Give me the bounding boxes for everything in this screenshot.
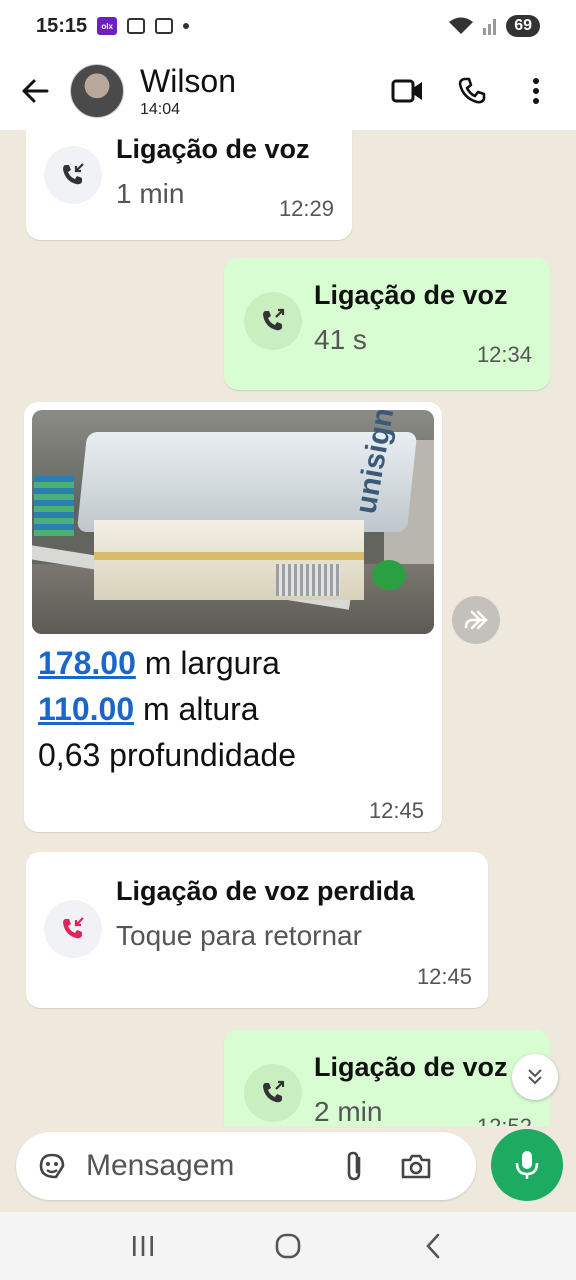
microphone-icon: [515, 1151, 539, 1179]
call-icon-circle: [44, 146, 102, 204]
more-options-button[interactable]: [518, 73, 554, 109]
arrow-left-icon: [22, 79, 49, 103]
call-duration: 2 min: [314, 1096, 383, 1126]
status-bar: 15:15 olx 69: [0, 0, 576, 52]
back-nav-button[interactable]: [408, 1221, 458, 1271]
missed-call-icon: [63, 917, 84, 939]
status-time: 15:15: [36, 14, 88, 37]
message-time: 12:45: [368, 798, 424, 823]
signal-icon: [483, 19, 497, 35]
forward-button[interactable]: [452, 596, 500, 644]
message-composer: [16, 1132, 476, 1200]
call-icon-circle: [244, 1064, 302, 1122]
call-title: Ligação de voz: [116, 134, 310, 164]
recent-apps-icon: [132, 1236, 153, 1256]
paperclip-icon: [347, 1151, 361, 1181]
chat-header: Wilson 14:04: [0, 52, 576, 130]
notification-dot-icon: [183, 23, 190, 29]
forward-icon: [464, 610, 488, 630]
outgoing-call-icon: [263, 1080, 285, 1103]
home-icon: [275, 1233, 301, 1259]
dimension-text: m altura: [134, 691, 259, 727]
system-navigation-bar: [0, 1212, 576, 1280]
more-vert-icon: [533, 78, 539, 104]
voice-call-button[interactable]: [454, 73, 490, 109]
phone-icon: [458, 77, 486, 104]
dimension-text: m largura: [135, 645, 280, 681]
message-text: 178.00 m largura 110.00 m altura 0,63 pr…: [38, 640, 296, 778]
call-message[interactable]: Ligação de voz 1 min 12:29: [26, 130, 352, 240]
call-duration: 41 s: [314, 324, 367, 355]
missed-call-message[interactable]: Ligação de voz perdida Toque para retorn…: [26, 852, 488, 1008]
screenshot-icon: [127, 18, 146, 34]
sticker-emoji-icon: [39, 1153, 65, 1179]
battery-indicator: 69: [506, 15, 540, 37]
call-icon-circle: [244, 292, 302, 350]
chevron-left-icon: [426, 1233, 440, 1259]
call-title: Ligação de voz: [314, 280, 508, 310]
message-time: 12:34: [476, 342, 532, 367]
number-link[interactable]: 110.00: [38, 691, 134, 727]
contact-last-seen: 14:04: [140, 101, 181, 118]
call-message[interactable]: Ligação de voz 2 min 12:52: [224, 1030, 550, 1126]
home-button[interactable]: [263, 1221, 313, 1271]
message-time: 12:45: [416, 964, 472, 989]
back-button[interactable]: [0, 52, 70, 130]
dimension-line: 178.00 m largura: [38, 640, 296, 686]
avatar[interactable]: [70, 64, 124, 118]
image-message[interactable]: unisign 178.00 m largura 110.00 m altura…: [24, 402, 442, 832]
emoji-button[interactable]: [32, 1146, 72, 1186]
contact-info[interactable]: Wilson 14:04: [140, 63, 236, 119]
chat-area[interactable]: Ligação de voz 1 min 12:29 Ligação de vo…: [0, 130, 576, 1126]
call-duration: 1 min: [116, 178, 185, 209]
message-time: 12:29: [278, 196, 334, 221]
recent-apps-button[interactable]: [118, 1221, 168, 1271]
call-title: Ligação de voz perdida: [116, 876, 415, 906]
call-message[interactable]: Ligação de voz 41 s 12:34: [224, 258, 550, 390]
voice-message-button[interactable]: [491, 1129, 563, 1201]
wifi-icon: [449, 17, 474, 34]
message-input[interactable]: [86, 1149, 326, 1183]
camera-icon: [401, 1154, 431, 1179]
scroll-to-bottom-button[interactable]: [512, 1054, 558, 1100]
call-icon-circle: [44, 900, 102, 958]
video-camera-icon: [391, 79, 422, 103]
outgoing-call-icon: [263, 308, 285, 331]
news-icon: [155, 18, 174, 34]
dimension-text: 0,63 profundidade: [38, 737, 296, 773]
refrigerator-photo[interactable]: unisign: [32, 410, 434, 634]
dimension-line: 0,63 profundidade: [38, 732, 296, 778]
callback-hint: Toque para retornar: [116, 920, 362, 951]
camera-button[interactable]: [396, 1146, 436, 1186]
attach-button[interactable]: [334, 1146, 374, 1186]
call-title: Ligação de voz: [314, 1052, 508, 1082]
double-chevron-down-icon: [528, 1069, 542, 1085]
incoming-call-icon: [63, 163, 84, 185]
dimension-line: 110.00 m altura: [38, 686, 296, 732]
video-call-button[interactable]: [390, 73, 426, 109]
contact-name: Wilson: [140, 63, 237, 99]
message-time: 12:52: [477, 1114, 532, 1126]
number-link[interactable]: 178.00: [38, 645, 136, 681]
olx-app-icon: olx: [97, 17, 118, 35]
